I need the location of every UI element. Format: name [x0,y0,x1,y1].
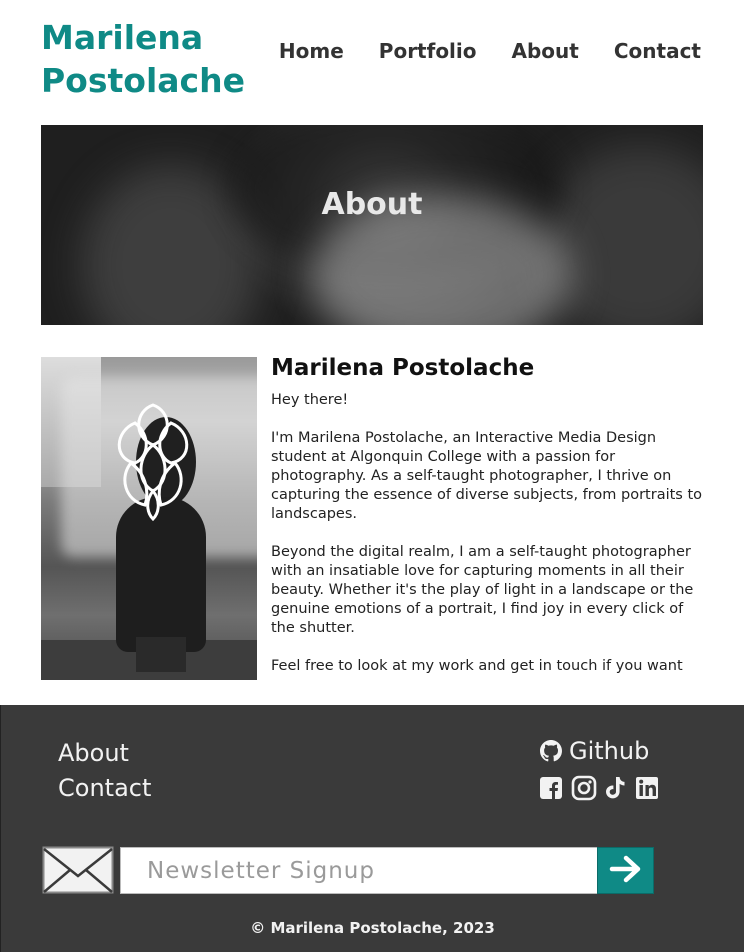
nav-portfolio-link[interactable]: Portfolio [379,37,477,65]
hop-logo-icon [117,403,189,521]
tiktok-icon[interactable] [603,775,627,801]
social-icons [539,775,659,801]
hero-banner: About [41,125,703,325]
logo-first-name[interactable]: Marilena [41,16,271,59]
newsletter-email-input[interactable] [120,847,598,894]
about-heading: Marilena Postolache [271,355,535,381]
about-photo [41,357,257,680]
site-header: Marilena Postolache Home Portfolio About… [0,0,744,125]
newsletter-submit-button[interactable] [597,847,654,894]
about-paragraph: Beyond the digital realm, I am a self-ta… [271,544,694,636]
main-nav: Home Portfolio About Contact [279,37,701,65]
footer-contact-link[interactable]: Contact [58,772,151,804]
instagram-icon[interactable] [571,775,597,801]
site-logo[interactable]: Marilena Postolache [41,16,271,102]
facebook-icon[interactable] [539,775,563,801]
about-content: Marilena Postolache Hey there! I'm Maril… [271,352,703,680]
photo-person-legs [136,637,186,672]
logo-last-name[interactable]: Postolache [41,59,271,102]
hero-title: About [321,187,423,222]
about-paragraph: Hey there! [271,392,349,408]
arrow-right-icon [609,855,640,883]
about-paragraph: Feel free to look at my work and get in … [271,658,683,674]
linkedin-icon[interactable] [635,775,659,801]
about-paragraph: I'm Marilena Postolache, an Interactive … [271,430,703,522]
github-link[interactable]: Github [539,737,649,765]
nav-about-link[interactable]: About [512,37,579,65]
copyright-text: © Marilena Postolache, 2023 [250,919,495,937]
newsletter-form [42,846,654,894]
mail-icon [42,846,114,894]
nav-contact-link[interactable]: Contact [614,37,701,65]
nav-home-link[interactable]: Home [279,37,344,65]
footer-about-link[interactable]: About [58,737,129,769]
github-label: Github [569,737,650,765]
site-footer: About Contact Github Newsletter Signup ©… [0,705,744,952]
github-icon [540,740,562,762]
